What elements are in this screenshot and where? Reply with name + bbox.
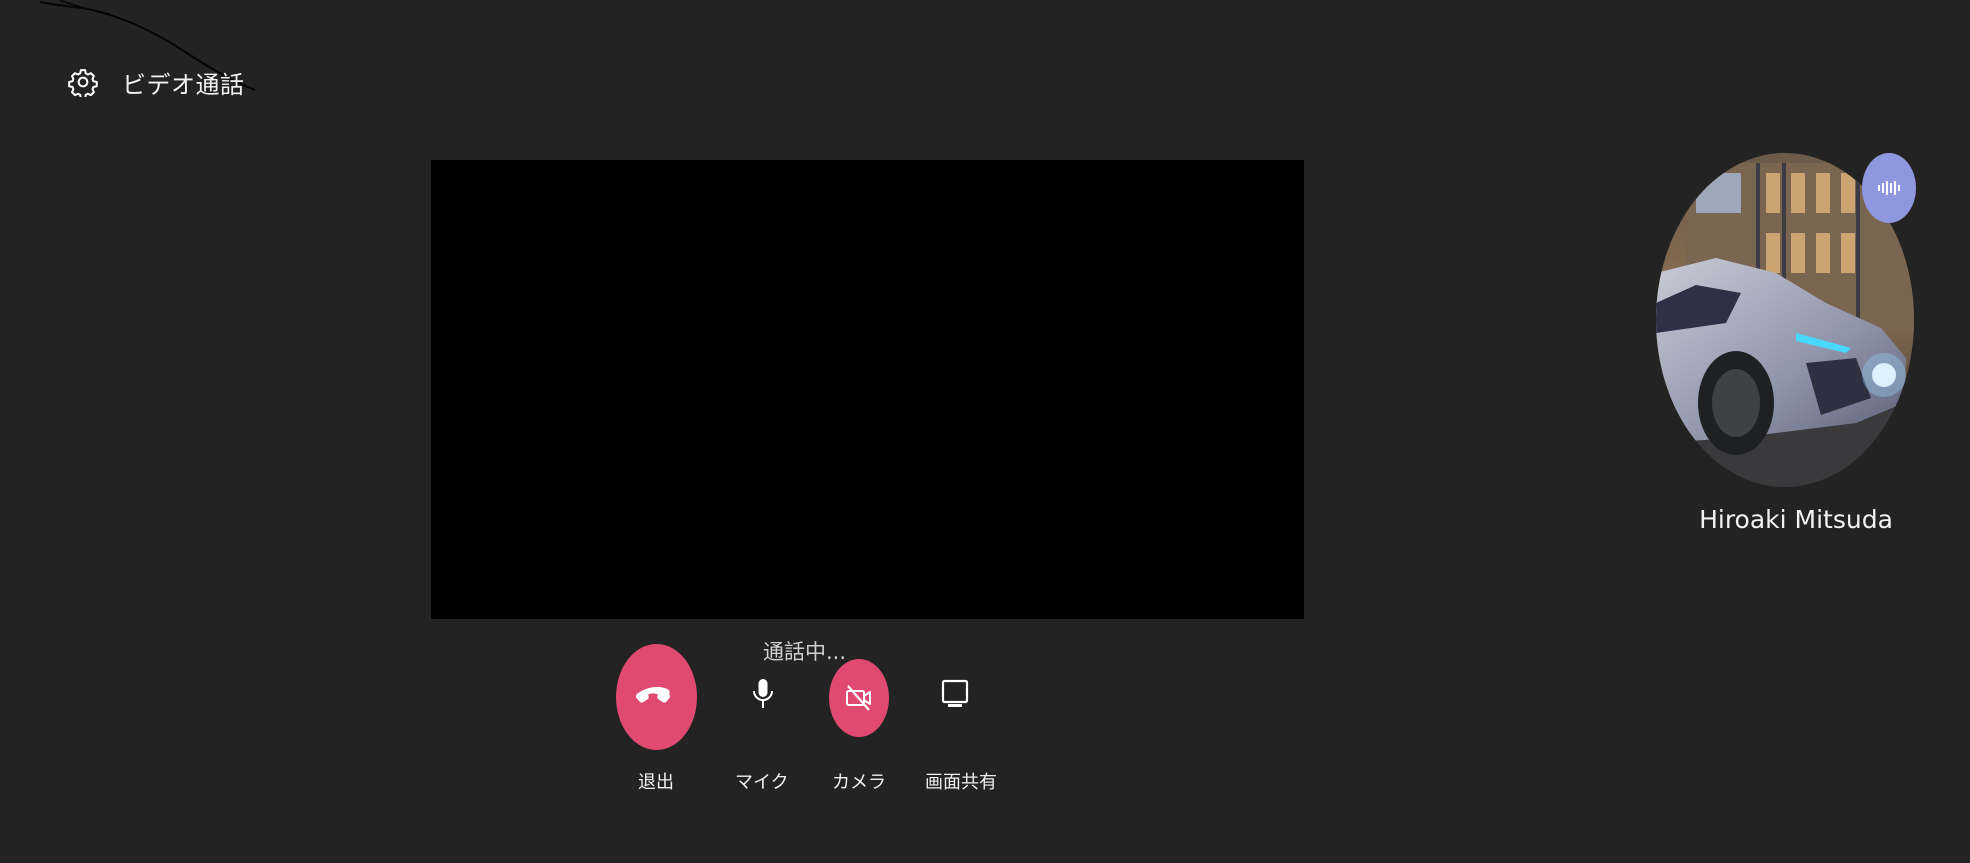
phone-hangup-icon — [635, 687, 670, 703]
main-video — [431, 160, 1304, 619]
participant-tile[interactable]: Hiroaki Mitsuda — [1656, 153, 1916, 543]
participant-name: Hiroaki Mitsuda — [1699, 505, 1893, 534]
speaking-indicator — [1862, 153, 1916, 223]
camera-label: カメラ — [832, 772, 886, 793]
gear-icon[interactable] — [68, 67, 98, 97]
camera-off-icon — [846, 685, 871, 711]
mic-control: マイク — [735, 664, 789, 793]
screen-share-control: 画面共有 — [925, 664, 997, 793]
header: ビデオ通話 — [68, 62, 245, 102]
video-call-app: ビデオ通話 通話中... 退出 マイク カメラ 画面共有 Hiroaki Mit… — [0, 0, 1970, 863]
screen-share-button[interactable] — [930, 664, 980, 724]
call-controls: 退出 マイク カメラ 画面共有 — [600, 644, 1020, 804]
mic-label: マイク — [735, 772, 789, 793]
mic-button[interactable] — [738, 664, 788, 724]
audio-wave-icon — [1878, 181, 1900, 195]
monitor-icon — [941, 679, 969, 707]
camera-button[interactable] — [829, 659, 889, 737]
camera-control: カメラ — [829, 659, 889, 793]
leave-label: 退出 — [638, 772, 674, 793]
leave-control: 退出 — [616, 644, 697, 793]
microphone-icon — [753, 679, 773, 708]
leave-button[interactable] — [616, 644, 697, 750]
page-title: ビデオ通話 — [122, 70, 245, 99]
screen-share-label: 画面共有 — [925, 772, 997, 793]
